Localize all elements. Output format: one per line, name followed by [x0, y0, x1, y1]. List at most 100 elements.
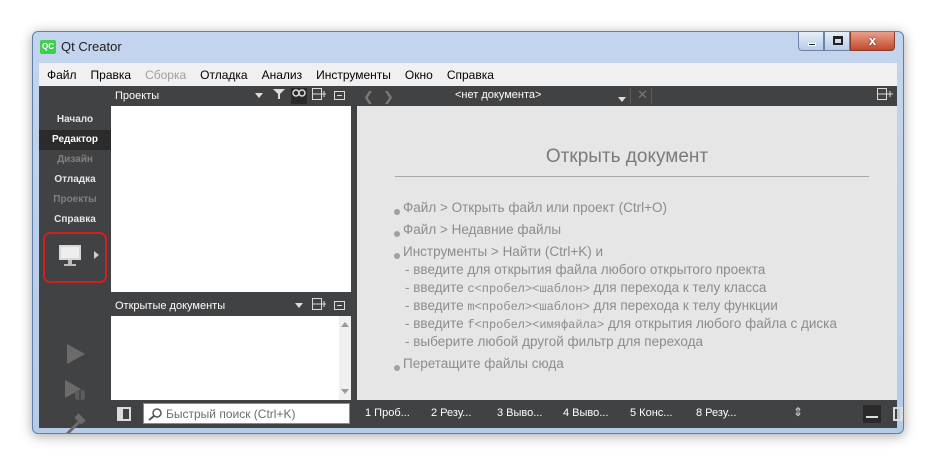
projects-pane-header: Проекты — [111, 86, 351, 106]
output-tab-search-results[interactable]: 2 Резу... — [431, 407, 471, 419]
status-bar: 1 Проб... 2 Резу... 3 Выво... 4 Выво... … — [111, 400, 903, 428]
menu-analyze[interactable]: Анализ — [262, 68, 303, 82]
close-pane-button[interactable] — [331, 88, 347, 104]
filter-button[interactable] — [271, 88, 287, 104]
document-selector[interactable]: <нет документа> — [455, 89, 541, 101]
open-docs-split-button[interactable] — [311, 298, 327, 314]
close-document-icon[interactable]: ✕ — [637, 87, 648, 103]
scroll-up-icon[interactable] — [341, 322, 349, 327]
split-pane-button[interactable] — [311, 88, 327, 104]
menu-tools[interactable]: Инструменты — [316, 68, 391, 82]
open-docs-dropdown-button[interactable] — [291, 298, 307, 314]
bullet — [394, 231, 400, 237]
mode-welcome[interactable]: Начало — [39, 110, 111, 130]
output-tab-app-output[interactable]: 3 Выво... — [497, 407, 542, 419]
mode-bar: Начало Редактор Дизайн Отладка Проекты С… — [39, 86, 111, 433]
maximize-button[interactable] — [824, 32, 850, 51]
dropdown-arrow-icon — [295, 303, 303, 308]
go-forward-icon[interactable]: ❯ — [383, 89, 394, 105]
menu-edit[interactable]: Правка — [91, 68, 132, 82]
title-divider — [395, 176, 869, 177]
hint-sub-line: - введите f<пробел><имяфайла> для открыт… — [405, 316, 837, 332]
editor-toolbar: ❮ ❯ <нет документа> ✕ — [357, 86, 897, 106]
toggle-right-sidebar-button[interactable] — [893, 407, 903, 421]
hint-open-file: Файл > Открыть файл или проект (Ctrl+O) — [403, 200, 668, 215]
menu-build[interactable]: Сборка — [145, 68, 186, 82]
open-docs-close-button[interactable] — [331, 298, 347, 314]
toolbar-separator — [651, 88, 652, 104]
open-documents-list[interactable] — [111, 316, 351, 400]
menu-file[interactable]: Файл — [47, 68, 77, 82]
close-pane-icon — [333, 90, 345, 100]
menu-help[interactable]: Справка — [447, 68, 494, 82]
menu-bar: Файл Правка Сборка Отладка Анализ Инстру… — [39, 63, 897, 86]
hint-sub-line: - введите для открытия файла любого откр… — [405, 262, 766, 277]
title-bar[interactable]: QC Qt Creator x — [33, 32, 903, 63]
output-tab-compile-output[interactable]: 4 Выво... — [563, 407, 608, 419]
locator-input[interactable] — [166, 406, 346, 421]
scroll-down-icon[interactable] — [341, 389, 349, 394]
split-icon — [312, 298, 326, 310]
main-area: Начало Редактор Дизайн Отладка Проекты С… — [39, 86, 903, 433]
bullet — [394, 253, 400, 259]
more-tabs-updown-icon[interactable]: ⇕ — [793, 405, 803, 419]
mode-design[interactable]: Дизайн — [39, 150, 111, 170]
hint-recent-files: Файл > Недавние файлы — [403, 222, 562, 237]
bullet — [394, 365, 400, 371]
mode-projects[interactable]: Проекты — [39, 190, 111, 210]
minimize-icon — [808, 43, 816, 46]
hint-sub-line: - введите m<пробел><шаблон> для перехода… — [405, 298, 778, 314]
output-tab-console[interactable]: 5 Конс... — [630, 407, 672, 419]
close-pane-icon — [333, 300, 345, 310]
hint-drag-files: Перетащите файлы сюда — [403, 356, 564, 371]
projects-pane-title[interactable]: Проекты — [111, 90, 159, 102]
view-dropdown-button[interactable] — [251, 88, 267, 104]
projects-pane-tools — [247, 86, 347, 106]
link-icon — [292, 89, 306, 97]
open-docs-pane-header: Открытые документы — [111, 296, 351, 316]
filter-icon — [273, 89, 285, 99]
hint-sub-line: - выберите любой другой фильтр для перех… — [405, 334, 703, 349]
split-icon — [312, 88, 326, 100]
window-controls: x — [798, 32, 895, 52]
menu-window[interactable]: Окно — [405, 68, 433, 82]
expand-arrow-icon — [94, 251, 99, 259]
split-editor-button[interactable] — [877, 88, 893, 103]
open-docs-pane-title[interactable]: Открытые документы — [111, 300, 225, 312]
kit-selector-button[interactable] — [43, 232, 107, 283]
qt-creator-app-icon: QC — [40, 40, 56, 54]
start-debugging-icon[interactable] — [63, 378, 87, 402]
open-docs-pane-tools — [287, 296, 347, 316]
link-with-editor-button[interactable] — [291, 88, 307, 104]
close-button[interactable]: x — [850, 32, 895, 51]
go-back-icon[interactable]: ❮ — [363, 89, 374, 105]
locator-field[interactable] — [143, 403, 350, 424]
open-document-title: Открыть документ — [545, 146, 709, 167]
output-tab-issues[interactable]: 1 Проб... — [365, 407, 410, 419]
toolbar-separator — [630, 88, 631, 104]
toggle-left-sidebar-button[interactable] — [117, 407, 131, 421]
editor-area[interactable]: Открыть документ Файл > Открыть файл или… — [357, 106, 897, 400]
split-icon — [877, 88, 893, 100]
output-tab-test-results[interactable]: 8 Резу... — [696, 407, 736, 419]
toggle-output-pane-button[interactable] — [863, 405, 881, 423]
hint-sub-line: - введите c<пробел><шаблон> для перехода… — [405, 280, 767, 296]
close-icon: x — [868, 33, 877, 48]
bullet — [394, 209, 400, 215]
projects-tree[interactable] — [111, 106, 351, 292]
window-title: Qt Creator — [61, 39, 122, 54]
mode-help[interactable]: Справка — [39, 210, 111, 230]
build-hammer-icon[interactable] — [63, 413, 87, 434]
mode-edit[interactable]: Редактор — [39, 130, 111, 150]
menu-debug[interactable]: Отладка — [200, 68, 247, 82]
search-icon — [148, 408, 162, 421]
qt-creator-window: QC Qt Creator x Файл Правка Сборка Отлад… — [32, 31, 904, 434]
run-icon[interactable] — [63, 342, 87, 366]
document-dropdown-arrow-icon[interactable] — [618, 93, 626, 105]
vertical-scrollbar[interactable] — [339, 316, 351, 400]
hint-locator: Инструменты > Найти (Ctrl+K) и — [403, 244, 604, 259]
minimize-button[interactable] — [798, 32, 824, 51]
dropdown-arrow-icon — [255, 93, 263, 98]
maximize-icon — [833, 36, 843, 45]
mode-debug[interactable]: Отладка — [39, 170, 111, 190]
